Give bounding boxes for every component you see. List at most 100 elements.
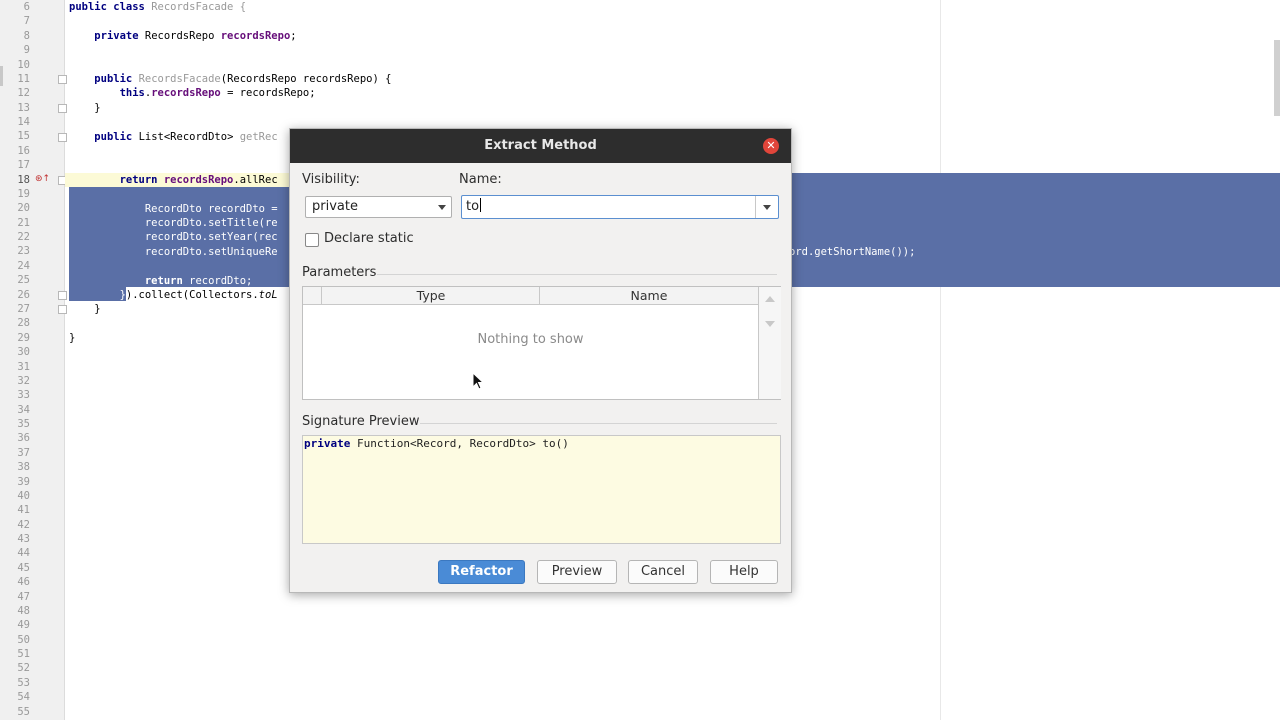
line-number: 12 [17,87,30,100]
move-down-icon[interactable] [765,321,775,327]
line-number: 34 [17,403,30,416]
code-line-12: this.recordsRepo = recordsRepo; [119,87,316,99]
line-number: 19 [17,187,30,200]
line-number: 28 [17,317,30,330]
line-number: 39 [17,475,30,488]
chevron-down-icon [763,205,771,210]
column-header-type[interactable]: Type [321,287,540,304]
line-number: 48 [17,604,30,617]
line-number: 9 [23,44,30,57]
code-line-15: public List<RecordDto> getRec [94,131,278,143]
code-line-26: }).collect(Collectors.toL [119,289,278,301]
line-number: 6 [23,1,30,13]
parameters-table[interactable]: Type Name Nothing to show [302,286,781,400]
visibility-value: private [312,199,358,214]
name-label: Name: [459,172,502,187]
line-number: 50 [17,633,30,646]
move-up-icon[interactable] [765,296,775,302]
table-header: Type Name [303,287,758,305]
refactor-button[interactable]: Refactor [438,560,525,584]
line-number: 36 [17,432,30,445]
line-number: 17 [17,159,30,172]
line-number: 13 [17,101,30,114]
override-marker-icon[interactable]: ⊛↑ [35,174,50,184]
line-number: 16 [17,144,30,157]
section-divider [377,274,777,275]
line-number: 14 [17,116,30,129]
line-number: 11 [17,72,30,85]
code-line-11: public RecordsFacade(RecordsRepo records… [94,73,392,85]
preview-button[interactable]: Preview [537,560,617,584]
column-header-name[interactable]: Name [539,287,758,304]
code-line-6: public class RecordsFacade { [69,1,247,13]
code-line-18: return recordsRepo.allRec [119,174,278,186]
line-number: 47 [17,590,30,603]
line-number: 49 [17,619,30,632]
declare-static-checkbox[interactable] [305,233,319,247]
line-number: 27 [17,302,30,315]
line-number: 40 [17,489,30,502]
line-number: 54 [17,691,30,704]
line-number: 22 [17,231,30,244]
cancel-button[interactable]: Cancel [628,560,698,584]
line-number: 41 [17,504,30,517]
line-number: 42 [17,518,30,531]
close-icon: ✕ [766,139,776,152]
code-line-23-tail: ord.getShortName()); [789,246,916,258]
dialog-title-bar[interactable]: Extract Method ✕ [290,129,791,163]
line-number: 18 [17,173,30,186]
line-number: 21 [17,216,30,229]
code-line-25: return recordDto; [144,275,253,287]
method-name-value: to [466,199,480,214]
line-number: 38 [17,461,30,474]
line-number: 30 [17,346,30,359]
line-number: 10 [17,58,30,71]
reorder-controls [758,287,781,399]
line-number: 33 [17,389,30,402]
empty-table-text: Nothing to show [477,332,584,347]
line-number: 43 [17,533,30,546]
right-margin-guide [940,0,941,720]
line-number: 23 [17,245,30,258]
line-number: 7 [23,15,30,28]
line-number: 55 [17,705,30,718]
code-line-22: recordDto.setYear(rec [144,231,278,243]
close-button[interactable]: ✕ [763,138,779,154]
line-number: 44 [17,547,30,560]
help-button[interactable]: Help [710,560,778,584]
visibility-label: Visibility: [302,172,360,187]
code-line-13: } [94,102,101,114]
code-line-21: recordDto.setTitle(re [144,217,278,229]
visibility-select[interactable]: private [305,196,452,218]
line-number: 37 [17,446,30,459]
line-number: 52 [17,662,30,675]
chevron-down-icon [438,205,446,210]
line-number: 20 [17,202,30,215]
line-number: 32 [17,374,30,387]
line-number: 26 [17,288,30,301]
section-divider [420,423,777,424]
line-number: 46 [17,576,30,589]
parameters-section-label: Parameters [302,265,377,280]
line-number: 31 [17,360,30,373]
code-line-8: private RecordsRepo recordsRepo; [94,30,297,42]
line-number: 25 [17,274,30,287]
editor-scrollbar-thumb[interactable] [1274,40,1280,116]
line-number: 45 [17,561,30,574]
declare-static-label[interactable]: Declare static [324,231,414,246]
code-line-23: recordDto.setUniqueRe [144,246,278,258]
mouse-pointer-icon [472,372,484,390]
line-number-gutter: ⊛↑ 6 7 8 9 10 11 12 13 14 15 16 17 18 19 20 21 22 23 24 25 2… [0,0,65,720]
code-line-20: RecordDto recordDto = [144,203,278,215]
method-name-input[interactable]: to [461,195,779,219]
extract-method-dialog: Extract Method ✕ Visibility: Name: priva… [289,128,792,593]
text-caret [480,198,482,212]
signature-preview-label: Signature Preview [302,414,420,429]
line-number: 53 [17,676,30,689]
signature-preview: private Function<Record, RecordDto> to() [302,435,781,544]
line-number: 8 [23,29,30,42]
line-number: 35 [17,418,30,431]
line-number: 24 [17,259,30,272]
line-number: 51 [17,648,30,661]
name-suggestions-dropdown[interactable] [755,196,778,218]
